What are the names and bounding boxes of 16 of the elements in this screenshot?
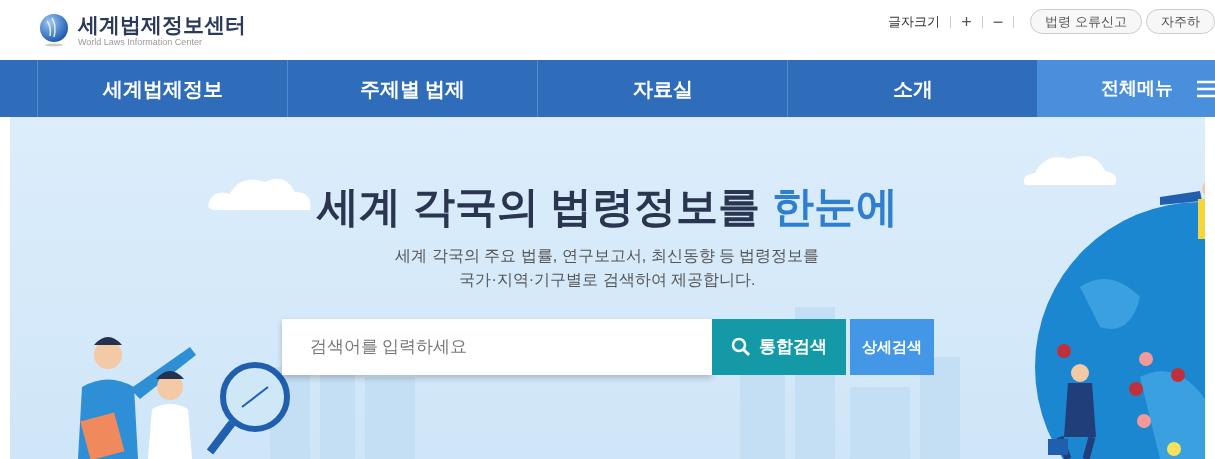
font-decrease-button[interactable]: − [992, 12, 1004, 31]
hero-title: 세계 각국의 법령정보를 한눈에 [317, 186, 898, 228]
search-icon [730, 337, 751, 357]
header-link-button[interactable]: 법령 오류신고 [1030, 9, 1142, 34]
logo-subtitle: World Laws Information Center [78, 37, 203, 47]
menu-icon [1197, 79, 1215, 98]
logo-title: 세계법제정보센터 [78, 13, 246, 35]
all-menu-button[interactable]: 전체메뉴 [1037, 60, 1215, 117]
advanced-search-button[interactable]: 상세검색 [849, 319, 934, 375]
search-input-field[interactable]: 검색어를 입력하세요 [281, 319, 712, 375]
header-link-button[interactable]: 자주하 [1146, 9, 1215, 34]
font-increase-button[interactable]: + [961, 12, 972, 31]
globe-logo-icon [38, 13, 70, 47]
integrated-search-button[interactable]: 통합검색 [711, 319, 846, 375]
font-size-label: 글자크기 [888, 12, 941, 31]
hero-description: 세계 각국의 주요 법률, 연구보고서, 최신동향 등 법령정보를 국가·지역·기구별로 검색하여 제공합니다. [395, 246, 820, 290]
